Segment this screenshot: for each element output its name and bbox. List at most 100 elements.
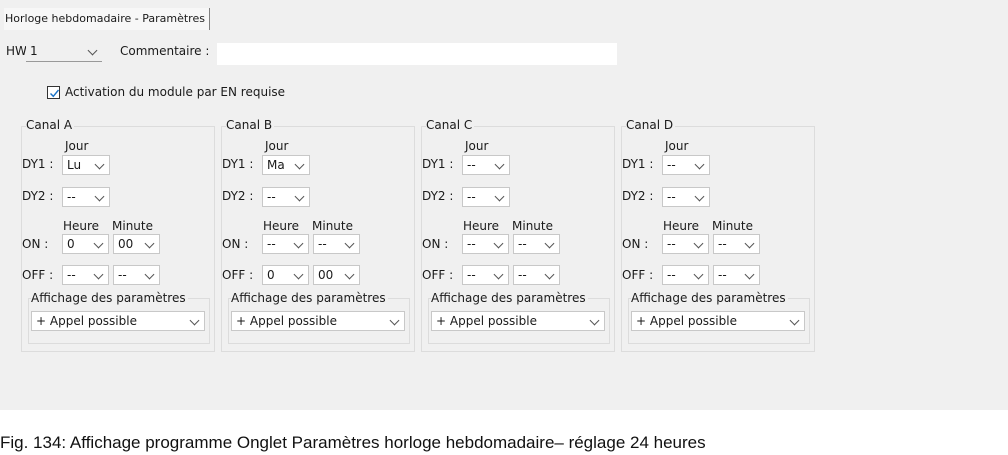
- display-label: Affichage des paramètres: [231, 291, 388, 305]
- tab-label: Horloge hebdomadaire - Paramètres: [5, 12, 205, 25]
- dy2-label: DY2 :: [222, 189, 254, 203]
- chevron-down-icon: [144, 269, 155, 280]
- canal-d-dy2-select-value: --: [667, 190, 676, 204]
- canal-c-on-minute-select[interactable]: --: [513, 234, 560, 254]
- canal-c-display-select[interactable]: + Appel possible: [431, 311, 605, 331]
- dy2-label: DY2 :: [22, 189, 54, 203]
- dy2-label: DY2 :: [422, 189, 454, 203]
- canal-a-dy2-select[interactable]: --: [62, 187, 110, 207]
- canal-d-on-hour-select[interactable]: --: [662, 234, 709, 254]
- canal-d-title: Canal D: [626, 118, 676, 132]
- jour-label: Jour: [265, 139, 289, 153]
- display-label: Affichage des paramètres: [31, 291, 188, 305]
- canal-b-display-group: Affichage des paramètres + Appel possible: [228, 291, 410, 344]
- jour-label: Jour: [65, 139, 89, 153]
- chevron-down-icon: [144, 238, 155, 249]
- canal-d-group: Canal D Jour DY1 : -- DY2 : -- Heure Minute ON :…: [621, 118, 815, 352]
- canal-c-dy2-select[interactable]: --: [462, 187, 510, 207]
- heure-label: Heure: [263, 219, 300, 233]
- canal-d-off-minute-select[interactable]: --: [713, 265, 760, 285]
- canal-b-dy1-select-value: Ma: [267, 158, 285, 172]
- canal-a-title: Canal A: [26, 118, 75, 132]
- chevron-down-icon: [493, 238, 504, 249]
- canal-d-off-hour-select[interactable]: --: [662, 265, 709, 285]
- canal-c-off-minute-select[interactable]: --: [513, 265, 560, 285]
- canal-c-off-minute-select-value: --: [518, 268, 527, 282]
- canal-a-on-hour-select[interactable]: 0: [62, 234, 109, 254]
- canal-d-display-select[interactable]: + Appel possible: [631, 311, 805, 331]
- canal-b-off-hour-select[interactable]: 0: [262, 265, 309, 285]
- chevron-down-icon: [494, 191, 505, 202]
- canal-a-display-select[interactable]: + Appel possible: [31, 311, 205, 331]
- canal-a-display-group: Affichage des paramètres + Appel possible: [28, 291, 210, 344]
- tab-parameters[interactable]: Horloge hebdomadaire - Paramètres: [4, 8, 210, 30]
- chevron-down-icon: [544, 269, 555, 280]
- minute-label: Minute: [512, 219, 553, 233]
- comment-label: Commentaire :: [120, 44, 210, 58]
- chevron-down-icon: [189, 315, 200, 326]
- canal-a-on-minute-select[interactable]: 00: [113, 234, 160, 254]
- canal-c-display-group: Affichage des paramètres + Appel possible: [428, 291, 610, 344]
- dy2-label: DY2 :: [622, 189, 654, 203]
- figure-caption: Fig. 134: Affichage programme Onglet Par…: [0, 433, 706, 452]
- canal-b-on-hour-select[interactable]: --: [262, 234, 309, 254]
- chevron-down-icon: [344, 269, 355, 280]
- off-label: OFF :: [622, 268, 654, 282]
- display-label: Affichage des paramètres: [431, 291, 588, 305]
- dy1-label: DY1 :: [422, 157, 454, 171]
- canal-a-off-hour-select[interactable]: --: [62, 265, 109, 285]
- canal-b-off-minute-select[interactable]: 00: [313, 265, 360, 285]
- enable-checkbox[interactable]: [47, 86, 60, 99]
- canal-b-on-hour-select-value: --: [267, 237, 276, 251]
- canal-a-dy1-select[interactable]: Lu: [62, 155, 110, 175]
- canal-c-off-hour-select-value: --: [467, 268, 476, 282]
- chevron-down-icon: [293, 238, 304, 249]
- canal-a-off-minute-select-value: --: [118, 268, 127, 282]
- dy1-label: DY1 :: [22, 157, 54, 171]
- jour-label: Jour: [665, 139, 689, 153]
- canal-d-dy1-select-value: --: [667, 158, 676, 172]
- heure-label: Heure: [463, 219, 500, 233]
- hw-value: 1: [30, 44, 38, 58]
- heure-label: Heure: [63, 219, 100, 233]
- canal-c-off-hour-select[interactable]: --: [462, 265, 509, 285]
- off-label: OFF :: [222, 268, 254, 282]
- canal-b-off-minute-select-value: 00: [318, 268, 334, 282]
- off-label: OFF :: [422, 268, 454, 282]
- hw-select[interactable]: 1: [26, 42, 102, 62]
- chevron-down-icon: [744, 238, 755, 249]
- comment-field[interactable]: [216, 42, 618, 66]
- canal-b-on-minute-select[interactable]: --: [313, 234, 360, 254]
- canal-c-dy1-select[interactable]: --: [462, 155, 510, 175]
- canal-a-off-minute-select[interactable]: --: [113, 265, 160, 285]
- chevron-down-icon: [789, 315, 800, 326]
- canal-d-off-hour-select-value: --: [667, 268, 676, 282]
- canal-b-dy2-select-value: --: [267, 190, 276, 204]
- settings-panel: Horloge hebdomadaire - Paramètres HW: 1 …: [0, 0, 1008, 410]
- canal-c-dy2-select-value: --: [467, 190, 476, 204]
- canal-b-display-select[interactable]: + Appel possible: [231, 311, 405, 331]
- canal-a-on-hour-select-value: 0: [67, 237, 75, 251]
- chevron-down-icon: [94, 159, 105, 170]
- chevron-down-icon: [93, 269, 104, 280]
- canal-d-on-minute-select[interactable]: --: [713, 234, 760, 254]
- chevron-down-icon: [87, 45, 98, 56]
- chevron-down-icon: [694, 191, 705, 202]
- canal-b-dy2-select[interactable]: --: [262, 187, 310, 207]
- on-label: ON :: [22, 237, 49, 251]
- canal-b-dy1-select[interactable]: Ma: [262, 155, 310, 175]
- chevron-down-icon: [293, 269, 304, 280]
- chevron-down-icon: [589, 315, 600, 326]
- canal-b-display-select-value: + Appel possible: [236, 314, 337, 328]
- chevron-down-icon: [294, 159, 305, 170]
- canal-c-on-hour-select-value: --: [467, 237, 476, 251]
- display-label: Affichage des paramètres: [631, 291, 788, 305]
- chevron-down-icon: [544, 238, 555, 249]
- canal-d-on-hour-select-value: --: [667, 237, 676, 251]
- canal-c-title: Canal C: [426, 118, 475, 132]
- canal-a-group: Canal A Jour DY1 : Lu DY2 : -- Heure Minute ON :…: [21, 118, 215, 352]
- on-label: ON :: [222, 237, 249, 251]
- canal-d-dy1-select[interactable]: --: [662, 155, 710, 175]
- canal-d-dy2-select[interactable]: --: [662, 187, 710, 207]
- canal-c-on-hour-select[interactable]: --: [462, 234, 509, 254]
